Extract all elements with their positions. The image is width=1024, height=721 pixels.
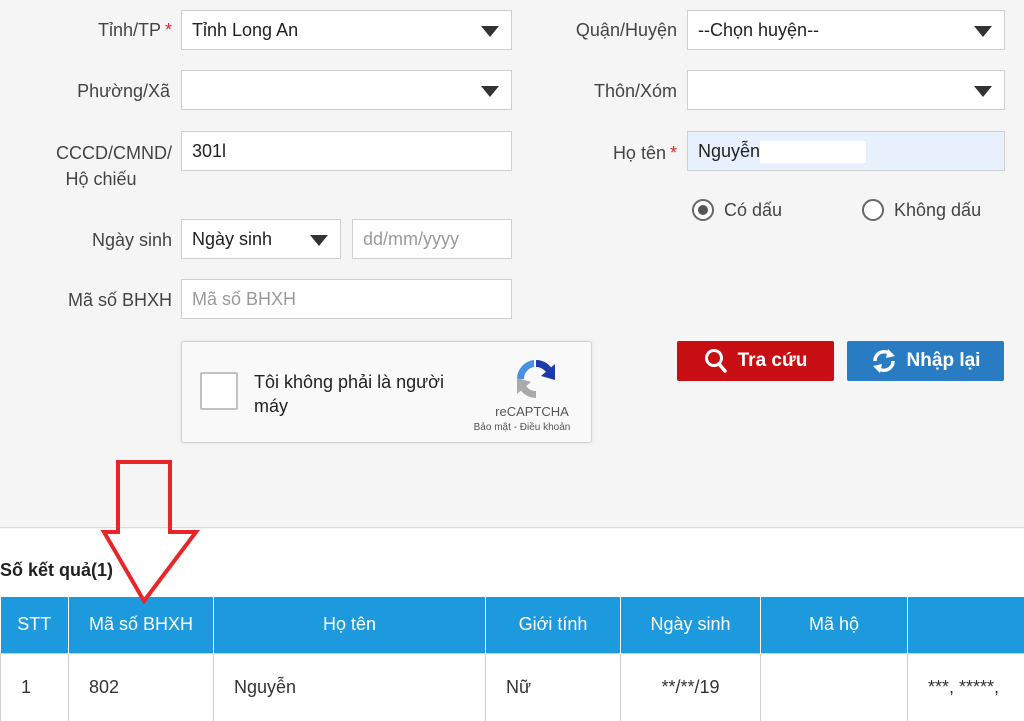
recaptcha-logo-icon <box>516 359 555 399</box>
id-number-input[interactable]: 301l <box>181 131 512 171</box>
recaptcha-checkbox[interactable] <box>200 372 238 410</box>
chevron-down-icon <box>481 26 499 37</box>
cell-dob: **/**/19 <box>620 652 761 721</box>
id-label: CCCD/CMND/ Hộ chiếu <box>56 143 172 189</box>
radio-checked-icon <box>692 199 714 221</box>
full-name-input[interactable]: Nguyễn <box>687 131 1005 171</box>
district-label: Quận/Huyện <box>575 20 677 40</box>
cell-name: Nguyễn <box>213 652 486 721</box>
column-header: STT <box>0 597 69 653</box>
province-select[interactable]: Tỉnh Long An <box>181 10 512 50</box>
cell-address: ***, *****, <box>907 652 1024 721</box>
table-header-row: STT Mã số BHXH Họ tên Giới tính Ngày sin… <box>0 597 1024 653</box>
column-header: Ngày sinh <box>620 597 761 653</box>
dob-date-input[interactable]: dd/mm/yyyy <box>352 219 512 259</box>
district-select[interactable]: --Chọn huyện-- <box>687 10 1005 50</box>
redaction-mask <box>760 141 867 164</box>
column-header: Mã hộ <box>760 597 908 653</box>
column-header: Mã số BHXH <box>68 597 214 653</box>
village-label: Thôn/Xóm <box>593 81 677 101</box>
recaptcha-label: Tôi không phải là người máy <box>254 372 444 416</box>
chevron-down-icon <box>974 86 992 97</box>
chevron-down-icon <box>481 86 499 97</box>
search-button[interactable]: Tra cứu <box>677 341 834 381</box>
reset-button[interactable]: Nhập lại <box>847 341 1004 381</box>
required-mark: * <box>164 20 172 40</box>
radio-without-accent[interactable]: Không dấu <box>862 199 981 221</box>
result-count: Số kết quả(1) <box>0 560 114 580</box>
dob-select[interactable]: Ngày sinh <box>181 219 341 259</box>
name-label: Họ tên * <box>612 143 677 163</box>
search-icon <box>704 349 727 373</box>
results-table: STT Mã số BHXH Họ tên Giới tính Ngày sin… <box>0 597 1024 721</box>
ward-label: Phường/Xã <box>77 81 170 101</box>
table-row[interactable]: 1 802 Nguyễn Nữ **/**/19 ***, *****, <box>0 652 1024 721</box>
province-label: Tỉnh/TP * <box>97 20 172 40</box>
village-select[interactable] <box>687 70 1005 110</box>
chevron-down-icon <box>310 235 328 246</box>
bhxh-label: Mã số BHXH <box>67 290 172 310</box>
column-header: Họ tên <box>213 597 486 653</box>
cell-stt: 1 <box>0 652 69 721</box>
radio-unchecked-icon <box>862 199 884 221</box>
dob-label: Ngày sinh <box>91 230 172 250</box>
column-header <box>907 597 1024 653</box>
recaptcha-brand: reCAPTCHA <box>495 404 569 419</box>
cell-household <box>760 652 908 721</box>
chevron-down-icon <box>974 26 992 37</box>
refresh-icon <box>872 349 895 373</box>
results-section: Số kết quả(1) STT Mã số BHXH Họ tên Giới… <box>0 529 1024 721</box>
cell-gender: Nữ <box>485 652 621 721</box>
required-mark: * <box>669 143 677 163</box>
ward-select[interactable] <box>181 70 512 110</box>
column-header: Giới tính <box>485 597 621 653</box>
recaptcha-widget: Tôi không phải là người máy reCAPTCHA Bả… <box>181 341 592 443</box>
search-form: Tỉnh/TP * Tỉnh Long An Quận/Huyện --Chọn … <box>0 0 1024 528</box>
radio-with-accent[interactable]: Có dấu <box>692 199 782 221</box>
cell-bhxh: 802 <box>68 652 214 721</box>
redaction-mask <box>226 141 287 164</box>
bhxh-input[interactable]: Mã số BHXH <box>181 279 512 319</box>
recaptcha-links[interactable]: Bảo mật - Điều khoản <box>462 422 582 433</box>
